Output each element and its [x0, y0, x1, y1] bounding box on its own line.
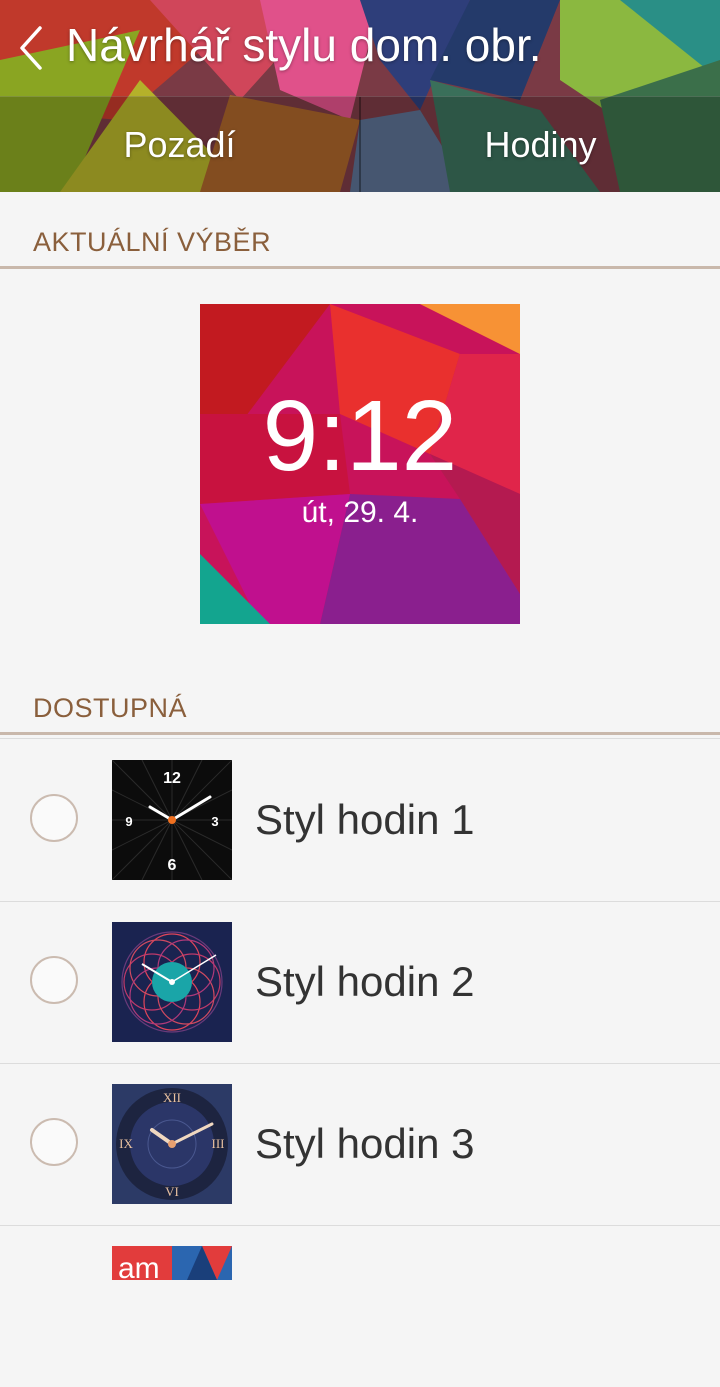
radio-button[interactable] — [30, 956, 78, 1004]
available-section-title: DOSTUPNÁ — [33, 693, 188, 723]
tab-bar: Pozadí Hodiny — [0, 96, 720, 192]
dial-number: IX — [119, 1136, 133, 1151]
radio-button[interactable] — [30, 794, 78, 842]
analog-clock-icon: 12 3 6 9 — [112, 760, 232, 880]
current-section-title: AKTUÁLNÍ VÝBĚR — [33, 227, 272, 257]
chevron-left-icon[interactable] — [12, 22, 52, 74]
list-item[interactable]: XII III VI IX Styl hodin 3 — [0, 1064, 720, 1226]
list-item-label: Styl hodin 3 — [255, 1120, 475, 1167]
dial-number: 9 — [125, 814, 132, 829]
dial-number: 6 — [168, 857, 177, 874]
page-title: Návrhář stylu dom. obr. — [66, 19, 542, 71]
dial-number: 12 — [163, 770, 181, 787]
preview-time: 9:12 — [262, 380, 458, 492]
section-divider — [0, 732, 720, 735]
clock-style-4-thumbnail: am — [112, 1246, 232, 1280]
analog-clock-icon — [112, 922, 232, 1042]
analog-clock-icon: XII III VI IX — [112, 1084, 232, 1204]
title-bar: Návrhář stylu dom. obr. — [0, 0, 720, 96]
thumbnail-text: am — [118, 1252, 160, 1280]
dial-number: XII — [163, 1090, 181, 1105]
clock-style-3-thumbnail: XII III VI IX — [112, 1084, 232, 1204]
dial-number: III — [212, 1136, 225, 1151]
current-preview[interactable]: 9:12 út, 29. 4. — [200, 304, 520, 624]
radio-button[interactable] — [30, 1118, 78, 1166]
header: Návrhář stylu dom. obr. Pozadí Hodiny — [0, 0, 720, 192]
section-divider — [0, 266, 720, 269]
clock-style-1-thumbnail: 12 3 6 9 — [112, 760, 232, 880]
list-top-divider — [0, 738, 720, 739]
list-item-label: Styl hodin 1 — [255, 796, 475, 843]
clock-style-2-thumbnail — [112, 922, 232, 1042]
digital-clock-icon: am — [112, 1246, 232, 1280]
tab-background[interactable]: Pozadí — [0, 97, 359, 192]
list-item-label: Styl hodin 2 — [255, 958, 475, 1005]
list-item[interactable]: 12 3 6 9 Styl hodin 1 — [0, 740, 720, 902]
list-item[interactable]: Styl hodin 2 — [0, 902, 720, 1064]
dial-number: 3 — [211, 814, 218, 829]
list-item[interactable]: am — [0, 1226, 720, 1387]
tab-clock[interactable]: Hodiny — [361, 97, 720, 192]
dial-number: VI — [165, 1184, 179, 1199]
preview-date: út, 29. 4. — [301, 496, 419, 529]
